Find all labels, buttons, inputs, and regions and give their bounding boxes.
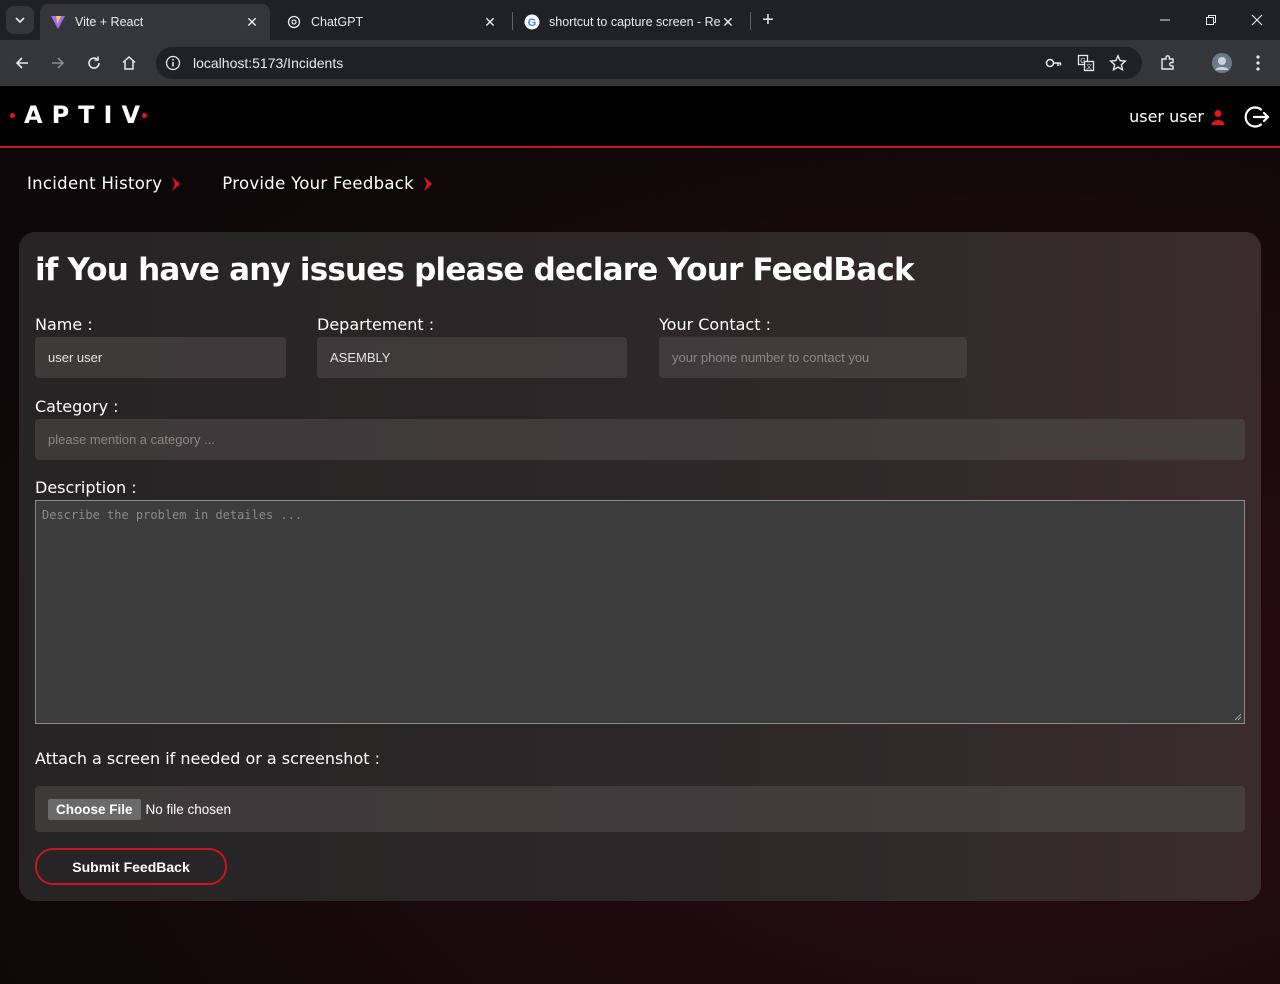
user-menu[interactable]: user user <box>1129 107 1226 126</box>
name-field[interactable]: user user <box>35 337 286 378</box>
tab-search-button[interactable] <box>6 6 34 34</box>
logo-dot <box>10 112 15 118</box>
logo-dot <box>142 112 148 118</box>
url-text[interactable]: localhost:5173/Incidents <box>193 55 343 71</box>
site-info-icon[interactable] <box>163 53 183 73</box>
back-button[interactable] <box>6 47 38 79</box>
tab-chatgpt[interactable]: ChatGPT ✕ <box>276 4 508 40</box>
nav-incident-history[interactable]: Incident History <box>27 174 182 193</box>
category-label: Category : <box>35 397 119 416</box>
tab-vite-react[interactable]: Vite + React ✕ <box>40 4 270 40</box>
app-page: APTIV user user Incident History Provide… <box>0 86 1280 984</box>
tab-title: Vite + React <box>75 15 144 29</box>
profile-avatar-icon[interactable] <box>1210 51 1234 75</box>
google-icon: G <box>524 14 540 30</box>
feedback-form-card: if You have any issues please declare Yo… <box>19 232 1261 901</box>
category-field[interactable]: please mention a category ... <box>35 419 1245 460</box>
close-icon[interactable]: ✕ <box>720 14 736 30</box>
tab-title: ChatGPT <box>311 15 364 29</box>
tab-separator <box>750 12 751 30</box>
chatgpt-icon <box>286 14 302 30</box>
contact-label: Your Contact : <box>659 315 771 334</box>
description-textarea[interactable]: Describe the problem in detailes ... <box>35 500 1245 724</box>
svg-text:G: G <box>1080 58 1085 65</box>
form-heading: if You have any issues please declare Yo… <box>35 252 915 288</box>
file-status-text: No file chosen <box>145 801 232 817</box>
nav-label: Provide Your Feedback <box>222 174 415 193</box>
logout-icon[interactable] <box>1244 104 1270 130</box>
close-icon[interactable]: ✕ <box>482 14 498 30</box>
arrow-left-icon <box>15 57 28 69</box>
close-window-button[interactable] <box>1234 0 1280 40</box>
tab-title: shortcut to capture screen - Re <box>549 15 720 29</box>
home-button[interactable] <box>113 47 145 79</box>
sub-navigation: Incident History Provide Your Feedback <box>27 174 434 193</box>
extensions-icon[interactable] <box>1156 51 1180 75</box>
reload-button[interactable] <box>78 47 110 79</box>
app-header: APTIV user user <box>0 86 1280 148</box>
tab-separator <box>512 12 513 30</box>
description-label: Description : <box>35 478 137 497</box>
close-icon <box>1251 14 1263 26</box>
resize-handle-icon[interactable] <box>1234 713 1242 721</box>
file-input[interactable]: Choose File No file chosen <box>35 786 1245 832</box>
svg-text:文: 文 <box>1086 63 1092 71</box>
plus-icon: + <box>762 8 774 31</box>
chevron-down-icon <box>15 17 25 24</box>
vite-icon <box>50 14 66 30</box>
contact-field[interactable]: your phone number to contact you <box>659 337 967 378</box>
attach-label: Attach a screen if needed or a screensho… <box>35 749 380 768</box>
arrow-right-icon <box>52 57 65 69</box>
new-tab-button[interactable]: + <box>756 8 780 32</box>
translate-icon[interactable]: G文 <box>1074 51 1098 75</box>
aptiv-logo[interactable]: APTIV <box>10 100 150 130</box>
description-placeholder: Describe the problem in detailes ... <box>42 508 303 522</box>
user-icon <box>1211 109 1225 125</box>
restore-icon <box>1206 15 1216 25</box>
user-name: user user <box>1129 107 1204 126</box>
password-key-icon[interactable] <box>1042 51 1066 75</box>
minimize-button[interactable] <box>1142 0 1188 40</box>
tab-google-search[interactable]: G shortcut to capture screen - Re ✕ <box>514 4 746 40</box>
reload-icon <box>88 56 100 69</box>
tab-strip: Vite + React ✕ ChatGPT ✕ G shortcut to c… <box>0 0 1280 40</box>
nav-label: Incident History <box>27 174 163 193</box>
minimize-icon <box>1160 19 1170 21</box>
close-icon[interactable]: ✕ <box>244 14 260 30</box>
star-icon[interactable] <box>1106 51 1130 75</box>
name-label: Name : <box>35 315 93 334</box>
svg-text:G: G <box>528 17 537 29</box>
chevron-right-icon <box>172 176 181 191</box>
logo-text: APTIV <box>24 101 150 129</box>
department-field[interactable]: ASEMBLY <box>317 337 627 378</box>
nav-provide-feedback[interactable]: Provide Your Feedback <box>222 174 434 193</box>
chevron-right-icon <box>424 176 433 191</box>
choose-file-button[interactable]: Choose File <box>48 798 141 820</box>
submit-feedback-button[interactable]: Submit FeedBack <box>35 848 227 885</box>
menu-dots-icon[interactable] <box>1246 51 1270 75</box>
restore-button[interactable] <box>1188 0 1234 40</box>
forward-button[interactable] <box>42 47 74 79</box>
department-label: Departement : <box>317 315 435 334</box>
home-icon <box>122 55 136 70</box>
